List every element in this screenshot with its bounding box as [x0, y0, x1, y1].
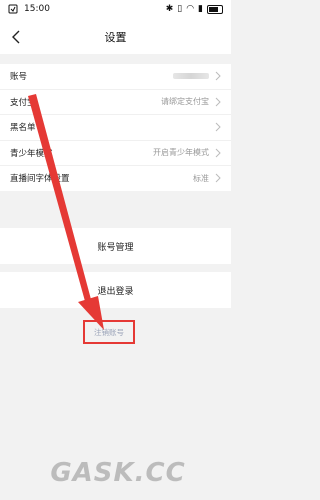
settings-list: 账号 支付宝 请绑定支付宝 黑名单 青少年模式 开启青少年模式 直播间字体设置 …	[0, 64, 231, 191]
settings-row-teen-mode[interactable]: 青少年模式 开启青少年模式	[0, 141, 231, 166]
nav-bar: 设置	[0, 20, 231, 54]
settings-row-blacklist[interactable]: 黑名单	[0, 115, 231, 141]
status-time: 15:00	[24, 4, 50, 14]
notification-icon	[8, 4, 18, 14]
status-icons: ✱ ▯ ◠ ▮	[166, 4, 223, 14]
wifi-icon: ◠	[186, 4, 195, 14]
page-title: 设置	[104, 31, 127, 44]
settings-row-label: 支付宝	[10, 97, 36, 108]
settings-row-value: 请绑定支付宝	[161, 97, 209, 107]
deactivate-account-button[interactable]: 注销账号	[83, 320, 135, 344]
settings-row-account[interactable]: 账号	[0, 64, 231, 90]
vibrate-icon: ▯	[177, 4, 183, 14]
account-value-blurred	[173, 73, 209, 80]
bluetooth-icon: ✱	[165, 4, 174, 14]
settings-row-label: 黑名单	[10, 123, 36, 134]
settings-row-value: 标准	[193, 173, 209, 183]
settings-row-alipay[interactable]: 支付宝 请绑定支付宝	[0, 90, 231, 115]
settings-row-font[interactable]: 直播间字体设置 标准	[0, 166, 231, 191]
gesture-bar	[0, 486, 231, 500]
chevron-right-icon	[215, 71, 221, 81]
settings-row-label: 青少年模式	[10, 148, 53, 159]
logout-button[interactable]: 退出登录	[0, 272, 231, 308]
chevron-right-icon	[215, 148, 221, 157]
settings-row-label: 直播间字体设置	[10, 174, 70, 185]
settings-row-value: 开启青少年模式	[153, 148, 209, 158]
signal-icon: ▮	[198, 4, 203, 14]
battery-icon	[207, 4, 223, 14]
watermark-logo: GASK.CC	[50, 458, 186, 488]
status-bar: 15:00 ✱ ▯ ◠ ▮	[0, 0, 231, 20]
chevron-right-icon	[215, 122, 221, 132]
settings-row-label: 账号	[10, 72, 28, 83]
chevron-right-icon	[215, 97, 221, 106]
account-manage-button[interactable]: 账号管理	[0, 228, 231, 264]
chevron-right-icon	[215, 173, 221, 183]
